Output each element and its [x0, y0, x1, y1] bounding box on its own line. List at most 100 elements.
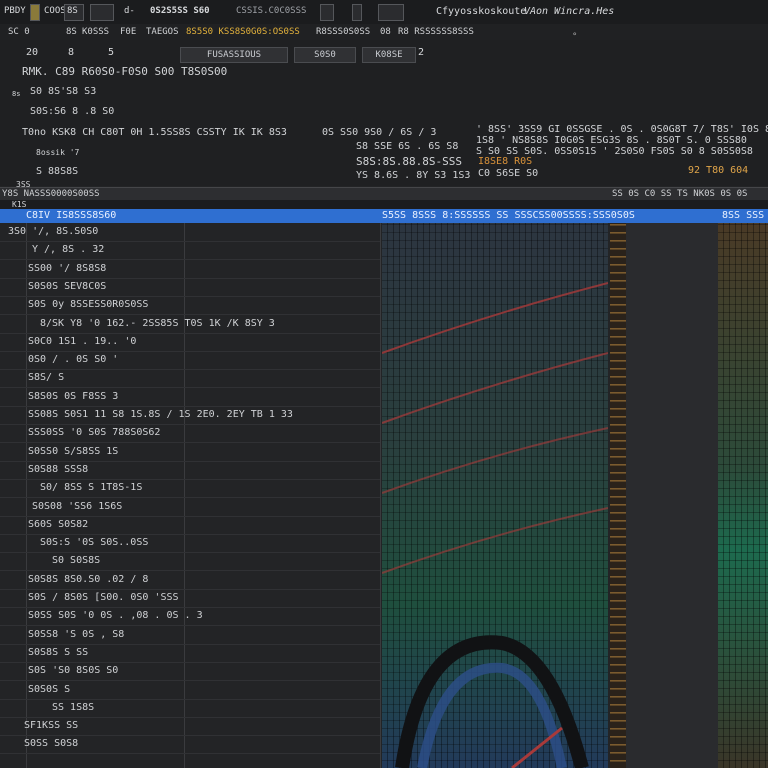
list-item[interactable]: S0C0 1S1 . 19.. '0 — [28, 336, 136, 347]
list-item[interactable]: S0SS S0S '0 0S . ,08 . 0S . 3 — [28, 610, 203, 621]
list-item[interactable]: S0S08 'SS6 1S6S — [32, 501, 122, 512]
selected-row[interactable]: C8IV IS8SSS8S60 S5SS 8SSS 8:SSSSSS SS SS… — [0, 209, 768, 223]
header-small-label: 8ossik '7 — [36, 148, 80, 157]
list-item[interactable]: 0S0 / . 0S S0 ' — [28, 354, 118, 365]
row-divider — [0, 735, 380, 737]
list-item[interactable]: S60S S0S82 — [28, 519, 88, 530]
header-mid-4: YS 8.6S . 8Y S3 1S3 — [356, 170, 471, 181]
toolbar: SC 0 8S K0SSS F0E TAEGOS 8S5S0 KSS8S0G0S… — [0, 24, 768, 42]
list-item[interactable]: S0/ 8SS S 1T8S-1S — [40, 482, 142, 493]
list-item[interactable]: S0 S0S8S — [52, 555, 100, 566]
toolbar-item-2[interactable]: 8S — [66, 27, 77, 37]
list-item[interactable]: S0S0S S — [28, 684, 70, 695]
selected-row-mid: S5SS 8SSS 8:SSSSSS SS SSSCSS00SSSS:SSS0S… — [382, 210, 635, 221]
column-strip-right[interactable]: SS 0S C0 SS TS NK0S 0S 0S — [612, 189, 747, 199]
row-divider — [0, 643, 380, 645]
header-right-value: 92 T80 604 — [688, 165, 749, 176]
list-item[interactable]: Y /, 8S . 32 — [32, 244, 104, 255]
tab-label[interactable]: 20 — [26, 47, 38, 58]
menu-box-2[interactable] — [90, 4, 114, 21]
header-row-b: S0S:S6 8 .8 S0 — [30, 106, 115, 117]
list-item[interactable]: SSS0SS '0 S0S 788S0S62 — [28, 427, 160, 438]
toolbar-item-5[interactable]: TAEGOS — [146, 27, 179, 37]
list-item[interactable]: SS08S S0S1 11 S8 1S.8S / 1S 2E0. 2EY TB … — [28, 409, 293, 420]
list-item[interactable]: S0S0S SEV8C0S — [28, 281, 106, 292]
toolbar-item-8[interactable]: 08 — [380, 27, 391, 37]
list-item[interactable]: 8/SK Y8 '0 162.- 2SS85S T0S 1K /K 8SY 3 — [40, 318, 275, 329]
row-divider — [0, 570, 380, 572]
list-item[interactable]: S0S:S '0S S0S..0SS — [40, 537, 148, 548]
header-row-prefix: 8s — [12, 90, 21, 98]
row-header: K1S — [0, 200, 768, 209]
list-item[interactable]: S0SS0 S/S8SS 1S — [28, 446, 118, 457]
list-item[interactable]: S0S8S S SS — [28, 647, 88, 658]
tab-button-2[interactable]: S0S0 — [294, 47, 356, 63]
tab-button-3[interactable]: K08SE — [362, 47, 416, 63]
menu-item-3[interactable]: 0S2S5SS S60 — [150, 6, 210, 16]
list-item[interactable]: SS 1S8S — [52, 702, 94, 713]
list-item[interactable]: SS00 '/ 8S8S8 — [28, 263, 106, 274]
toolbar-item-3[interactable]: K0SSS — [82, 27, 109, 37]
toolbar-item-9[interactable]: R8 RSSSSSS8SSS — [398, 27, 474, 37]
row-divider — [0, 277, 380, 279]
row-divider — [0, 442, 380, 444]
row-divider — [0, 698, 380, 700]
tab-right-num: 2 — [418, 47, 425, 58]
header-right-5: C0 S6SE S0 — [478, 168, 539, 179]
row-divider — [0, 295, 380, 297]
toolbar-item-1[interactable]: SC 0 — [8, 27, 30, 37]
column-divider-3 — [380, 223, 381, 768]
menu-bar: PBDY COOSSE 8S d- 0S2S5SS S60 CSSIS.C0C0… — [0, 0, 768, 25]
list-item[interactable]: S0S88 SSS8 — [28, 464, 88, 475]
row-divider — [0, 241, 380, 242]
menu-box-5[interactable] — [378, 4, 404, 21]
header-line-1: RMK. C89 R60S0-F0S0 S00 T8S0S00 — [22, 65, 228, 78]
header-right-2: 1S8 ' NS8S8S I0G0S ESG3S 8S . 8S0T S. 0 … — [476, 135, 747, 146]
red-trend-line-4 — [382, 507, 608, 574]
header-right-4: I8SE8 R0S — [478, 156, 533, 167]
toolbar-item-6[interactable]: 8S5S0 KSS8S0G0S:OS0SS — [186, 27, 300, 37]
list-item[interactable]: S0SS8 'S 0S , S8 — [28, 629, 124, 640]
list-item[interactable]: S0SS S0S8 — [24, 738, 78, 749]
row-divider — [0, 369, 380, 371]
right-heatmap-panel — [718, 223, 768, 768]
row-divider — [0, 478, 380, 480]
column-strip-left[interactable]: Y8S NASSS0000S00SS — [2, 189, 100, 199]
selected-row-right: 8SS SSS — [722, 210, 765, 221]
menu-box-4[interactable] — [352, 4, 362, 21]
list-item[interactable]: S8S/ S — [28, 372, 64, 383]
list-item[interactable]: S0S8S 8S0.S0 .02 / 8 — [28, 574, 148, 585]
list-item[interactable]: 3S0 '/, 8S.S0S0 — [8, 226, 98, 237]
list-item[interactable]: S0S 'S0 8S0S S0 — [28, 665, 118, 676]
menu-box-3[interactable] — [320, 4, 334, 21]
orange-value-column — [610, 223, 626, 768]
row-divider — [0, 588, 380, 590]
menu-item-2[interactable]: d- — [124, 6, 135, 16]
list-item[interactable]: S8S0S 0S F8SS 3 — [28, 391, 118, 402]
header-mid-2: S8 SSE 6S . 6S S8 — [356, 141, 459, 152]
app-name[interactable]: PBDY — [4, 6, 26, 16]
data-panel-overlay — [382, 282, 608, 768]
toolbar-item-7[interactable]: R8SSS0S0SS — [316, 27, 370, 37]
header-small-label-2: S 88S8S — [36, 166, 79, 177]
blue-arc — [417, 662, 567, 768]
red-trend-line-2 — [382, 352, 608, 424]
tab-button-1[interactable]: FUSASSIOUS — [180, 47, 288, 63]
row-divider — [0, 405, 380, 407]
row-divider — [0, 332, 380, 334]
toolbar-item-4[interactable]: F0E — [120, 27, 136, 37]
menu-box-1[interactable]: 8S — [64, 4, 84, 21]
list-item[interactable]: S0S 0y 8SSESS0R0S0SS — [28, 299, 148, 310]
app-icon — [30, 4, 40, 21]
header-mid-1: 0S SS0 9S0 / 6S / 3 — [322, 127, 437, 138]
menu-item-4[interactable]: CSSIS.C0C0SSS — [236, 6, 306, 16]
list-item[interactable]: S0S / 8S0S [S00. 0S0 'SSS — [28, 592, 179, 603]
menu-item-1[interactable]: 8S — [67, 6, 78, 16]
empty-column — [626, 223, 718, 768]
column-strip: Y8S NASSS0000S00SS SS 0S C0 SS TS NK0S 0… — [0, 187, 768, 201]
header-right-1: ' 8SS' 3SS9 GI 0SSGSE . 0S . 0S0G8T 7/ T… — [476, 124, 768, 135]
window-title-left: Cfyyosskoskoute — [436, 6, 527, 17]
list-item[interactable]: SF1KSS SS — [24, 720, 78, 731]
row-divider — [0, 515, 380, 517]
row-divider — [0, 460, 380, 462]
